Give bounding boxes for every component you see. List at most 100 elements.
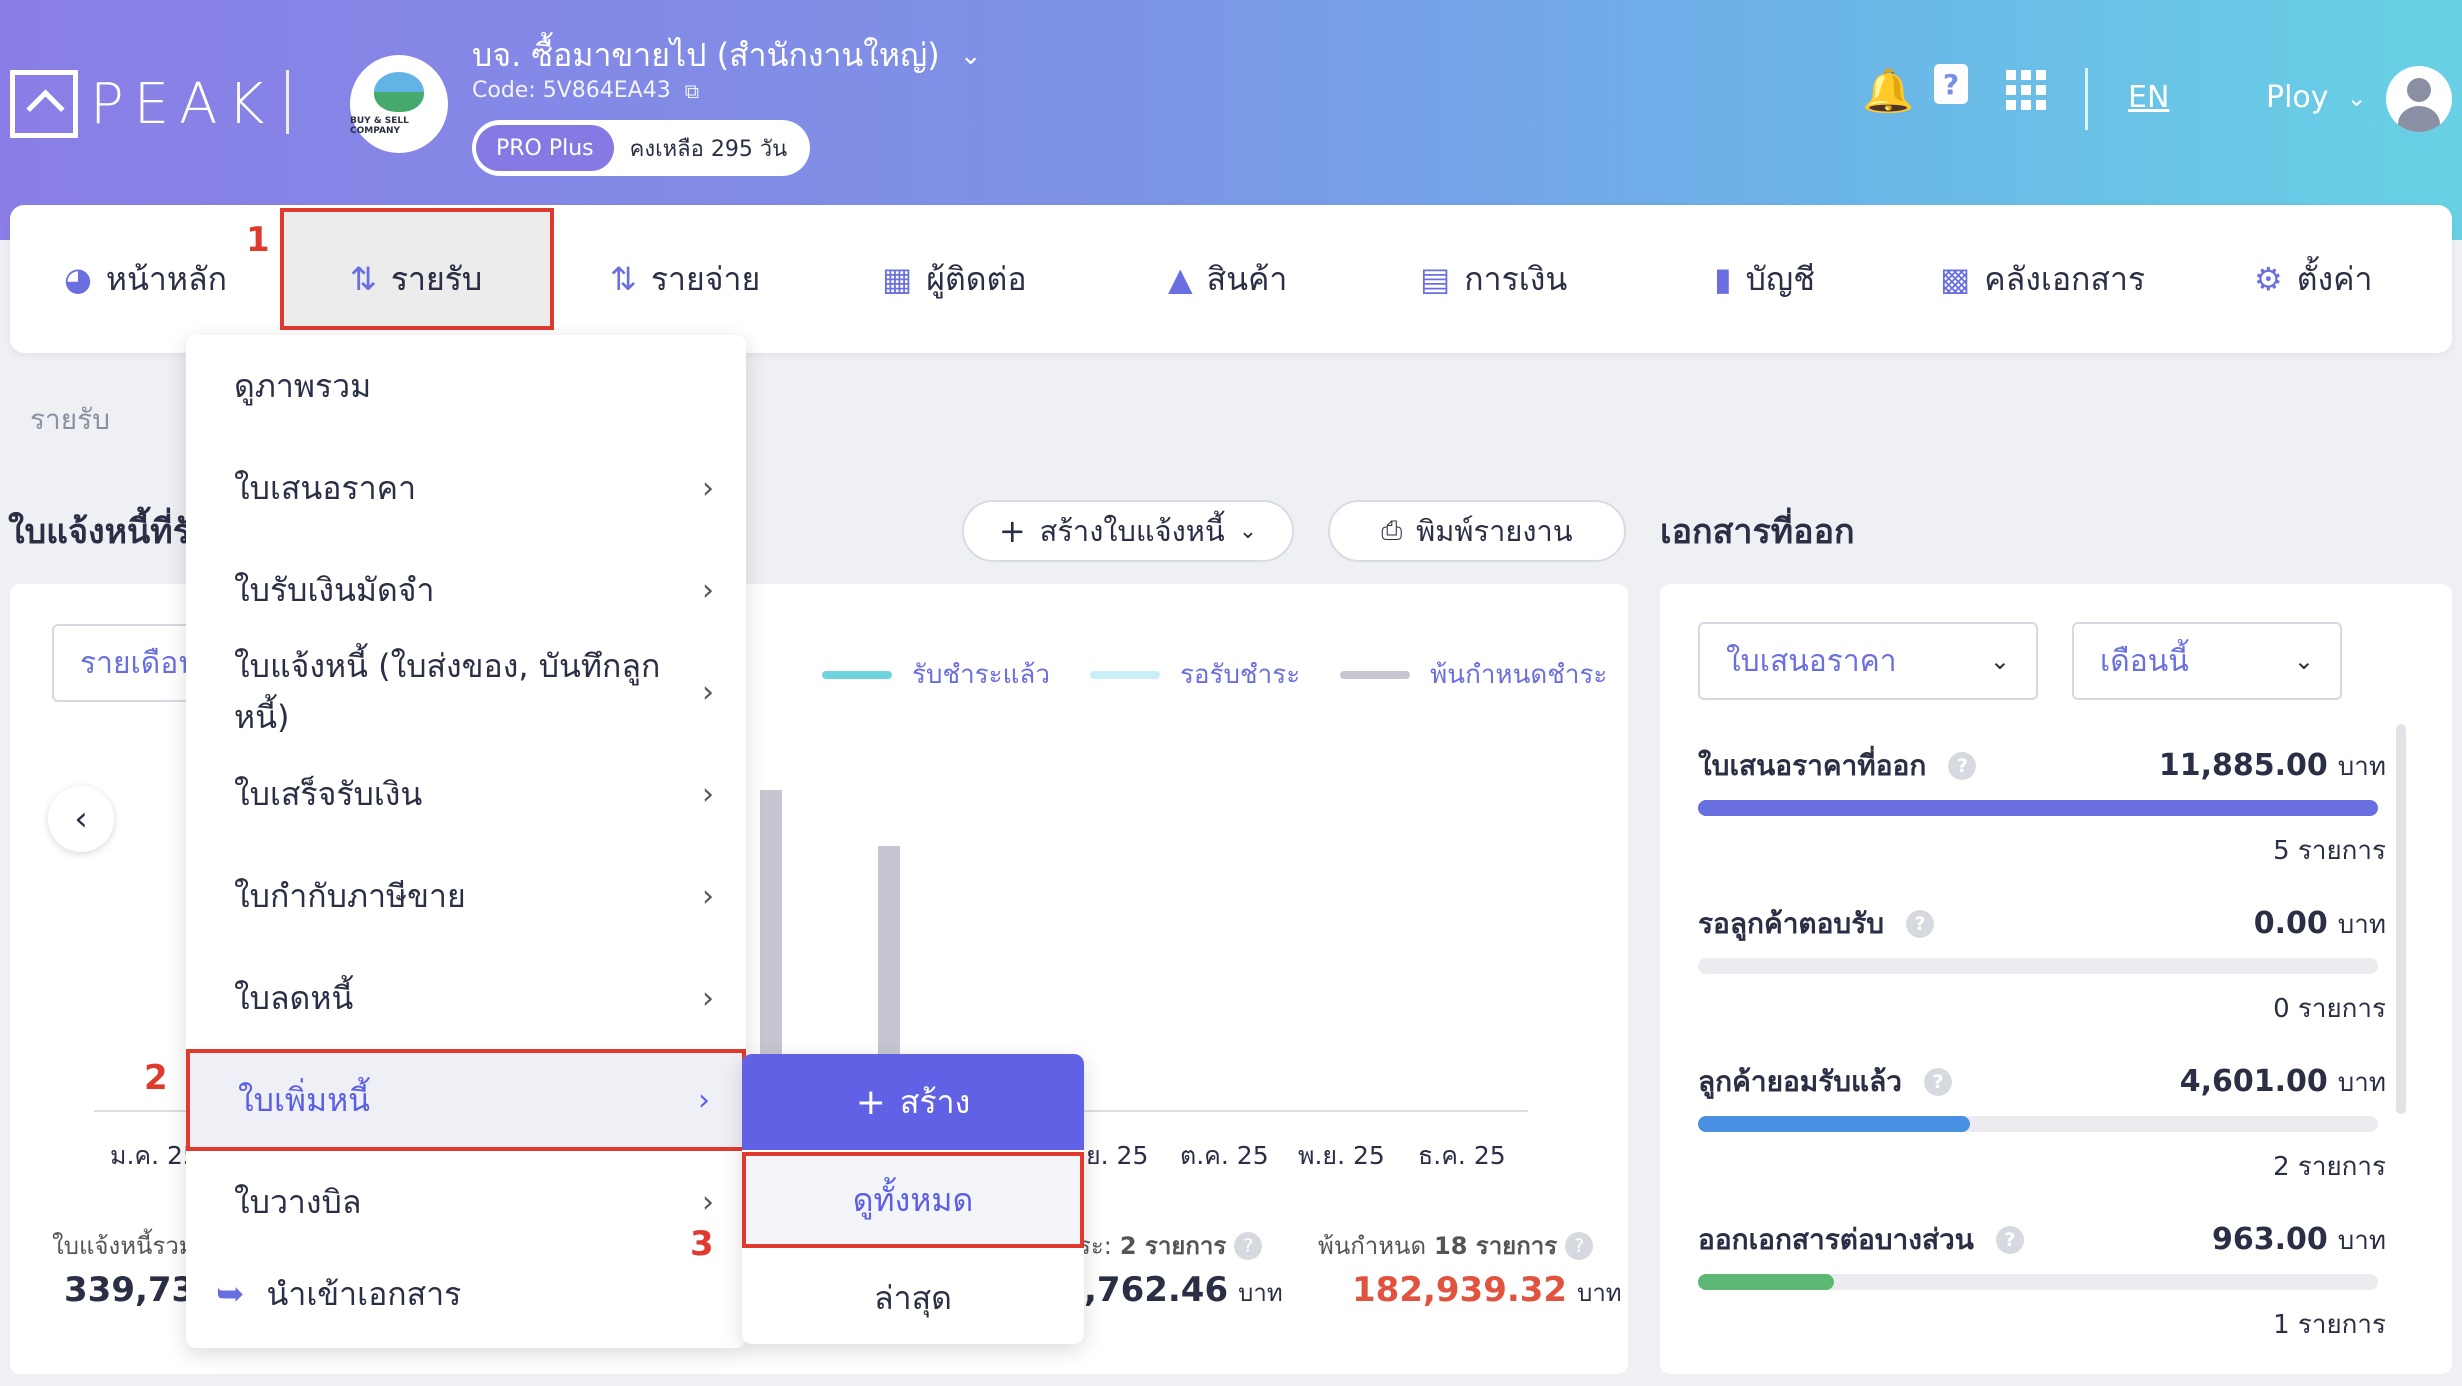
- create-invoice-button[interactable]: + สร้างใบแจ้งหนี้ ⌄: [962, 500, 1294, 562]
- nav-label: รายจ่าย: [650, 259, 761, 298]
- legend-label-pending: รอรับชำระ: [1179, 660, 1301, 690]
- expense-icon: ⇅: [610, 260, 637, 298]
- breadcrumb[interactable]: รายรับ: [30, 398, 110, 442]
- print-report-button[interactable]: ⎙ พิมพ์รายงาน: [1328, 500, 1626, 562]
- nav-item-documents[interactable]: ▩ คลังเอกสาร: [1940, 205, 2145, 353]
- nav-label: บัญชี: [1745, 259, 1815, 298]
- nav-label: ตั้งค่า: [2296, 259, 2373, 298]
- pending-count: 2 รายการ: [1119, 1232, 1227, 1260]
- help-icon[interactable]: ?: [1906, 910, 1935, 938]
- help-icon[interactable]: ?: [1948, 752, 1977, 780]
- nav-item-accounting[interactable]: ▮ บัญชี: [1714, 205, 1815, 353]
- company-switcher[interactable]: บจ. ซื้อมาขายไป (สำนักงานใหญ่) ⌄: [472, 30, 982, 81]
- legend-label-paid: รับชำระแล้ว: [912, 660, 1050, 690]
- menu-item-billing-note[interactable]: ใบวางบิล ›: [186, 1151, 746, 1253]
- stat-label-text: ออกเอกสารต่อบางส่วน: [1698, 1223, 1974, 1256]
- peak-logo[interactable]: PEAK: [10, 70, 274, 138]
- avatar[interactable]: [2386, 66, 2452, 132]
- stat-amount: 0.00: [2253, 906, 2328, 941]
- menu-item-quotation[interactable]: ใบเสนอราคา ›: [186, 437, 746, 539]
- menu-item-deposit-receipt[interactable]: ใบรับเงินมัดจำ ›: [186, 539, 746, 641]
- menu-item-tax-invoice[interactable]: ใบกำกับภาษีขาย ›: [186, 845, 746, 947]
- doc-type-select-value: ใบเสนอราคา: [1726, 643, 1897, 679]
- apps-grid-icon[interactable]: [2006, 70, 2046, 110]
- stat-unit: บาท: [2337, 1226, 2386, 1256]
- menu-item-label: ใบกำกับภาษีขาย: [234, 876, 466, 915]
- scrollbar[interactable]: [2396, 724, 2406, 1114]
- stat-count: 1 รายการ: [2273, 1310, 2386, 1340]
- company-name: บจ. ซื้อมาขายไป (สำนักงานใหญ่): [472, 36, 940, 74]
- plan-badge: PRO Plus: [476, 125, 614, 171]
- peak-logo-text: PEAK: [90, 71, 275, 137]
- menu-item-label: นำเข้าเอกสาร: [266, 1274, 462, 1313]
- latest-debit-notes[interactable]: ล่าสุด: [742, 1250, 1084, 1344]
- chart-prev-button[interactable]: ‹: [48, 786, 114, 852]
- stat-amount-row: 963.00 บาท: [2212, 1220, 2386, 1261]
- header-divider: [2085, 68, 2088, 130]
- nav-item-expense[interactable]: ⇅ รายจ่าย: [610, 205, 760, 353]
- create-label: สร้าง: [899, 1082, 971, 1121]
- view-all-debit-notes[interactable]: ดูทั้งหมด: [742, 1152, 1084, 1248]
- user-menu[interactable]: Ploy ⌄: [2266, 80, 2367, 115]
- chevron-right-icon: ›: [702, 1184, 714, 1220]
- stat-label-text: ลูกค้ายอมรับแล้ว: [1698, 1065, 1902, 1098]
- x-tick-label: ต.ค. 25: [1180, 1141, 1269, 1170]
- create-debit-note-button[interactable]: + สร้าง: [742, 1054, 1084, 1150]
- stat-unit: บาท: [2337, 1068, 2386, 1098]
- company-logo-emblem: [374, 72, 424, 112]
- menu-item-debit-note[interactable]: ใบเพิ่มหนี้ ›: [186, 1049, 746, 1151]
- plan-pill[interactable]: PRO Plus คงเหลือ 295 วัน: [472, 120, 810, 176]
- menu-item-label: ใบวางบิล: [234, 1182, 362, 1221]
- unit-label: บาท: [1577, 1279, 1622, 1307]
- pending-summary: ระ: 2 รายการ ?: [1078, 1226, 1263, 1265]
- chevron-right-icon: ›: [702, 674, 714, 710]
- help-icon[interactable]: ?: [1923, 1068, 1952, 1096]
- bell-icon[interactable]: 🔔: [1862, 66, 1914, 116]
- copy-icon[interactable]: ⧉: [685, 79, 699, 103]
- nav-item-income-active[interactable]: ⇅ รายรับ: [350, 205, 482, 353]
- stat-amount: 4,601.00: [2179, 1064, 2328, 1099]
- stat-label: รอลูกค้าตอบรับ?: [1698, 902, 1935, 946]
- doc-period-select[interactable]: เดือนนี้ ⌄: [2072, 622, 2342, 700]
- chevron-down-icon: ⌄: [959, 40, 982, 71]
- stat-progress-fill: [1698, 1274, 1834, 1290]
- nav-label: หน้าหลัก: [105, 259, 227, 298]
- nav-item-product[interactable]: ▲ สินค้า: [1168, 205, 1287, 353]
- nav-item-settings[interactable]: ⚙ ตั้งค่า: [2254, 205, 2372, 353]
- nav-item-finance[interactable]: ▤ การเงิน: [1420, 205, 1567, 353]
- money-icon: ▤: [1420, 260, 1451, 298]
- stat-progress-bar: [1698, 958, 2378, 974]
- overdue-amount: 182,939.32: [1352, 1270, 1568, 1310]
- chevron-down-icon: ⌄: [2293, 647, 2314, 675]
- chevron-down-icon: ⌄: [1238, 518, 1258, 544]
- legend-label-overdue: พ้นกำหนดชำระ: [1430, 660, 1608, 690]
- issued-docs-title: เอกสารที่ออก: [1660, 512, 1855, 552]
- nav-item-contacts[interactable]: ▦ ผู้ติดต่อ: [882, 205, 1027, 353]
- nav-item-home[interactable]: ◕ หน้าหลัก: [64, 205, 227, 353]
- nav-label: รายรับ: [390, 259, 483, 298]
- help-icon[interactable]: ?: [1995, 1226, 2024, 1254]
- company-code: Code: 5V864EA43: [472, 78, 671, 103]
- period-select-value: รายเดือน: [80, 645, 199, 681]
- menu-item-invoice[interactable]: ใบแจ้งหนี้ (ใบส่งของ, บันทึกลูกหนี้) ›: [186, 641, 746, 743]
- stat-label: ใบเสนอราคาที่ออก?: [1698, 744, 1977, 788]
- help-icon[interactable]: ?: [1565, 1231, 1594, 1260]
- menu-item-label: ใบแจ้งหนี้ (ใบส่งของ, บันทึกลูกหนี้): [234, 647, 661, 736]
- pending-amount: ,762.46: [1084, 1270, 1229, 1310]
- stat-amount-row: 11,885.00 บาท: [2159, 746, 2386, 787]
- income-icon: ⇅: [350, 260, 377, 298]
- stat-progress-bar: [1698, 1274, 2378, 1290]
- language-switch[interactable]: EN: [2128, 80, 2169, 115]
- help-icon[interactable]: ?: [1234, 1231, 1263, 1260]
- income-dropdown-menu: ดูภาพรวม ใบเสนอราคา › ใบรับเงินมัดจำ › ใ…: [186, 335, 746, 1348]
- stat-count: 2 รายการ: [2273, 1152, 2386, 1182]
- step-marker-2: 2: [144, 1058, 168, 1098]
- gear-icon: ⚙: [2254, 260, 2283, 298]
- help-book-icon[interactable]: ?: [1934, 64, 1968, 104]
- menu-item-import-documents[interactable]: ➥ นำเข้าเอกสาร: [186, 1243, 746, 1345]
- legend-swatch-pending: [1089, 670, 1160, 679]
- menu-item-receipt[interactable]: ใบเสร็จรับเงิน ›: [186, 743, 746, 845]
- menu-item-credit-note[interactable]: ใบลดหนี้ ›: [186, 947, 746, 1049]
- doc-type-select[interactable]: ใบเสนอราคา ⌄: [1698, 622, 2038, 700]
- stat-amount: 963.00: [2211, 1222, 2328, 1257]
